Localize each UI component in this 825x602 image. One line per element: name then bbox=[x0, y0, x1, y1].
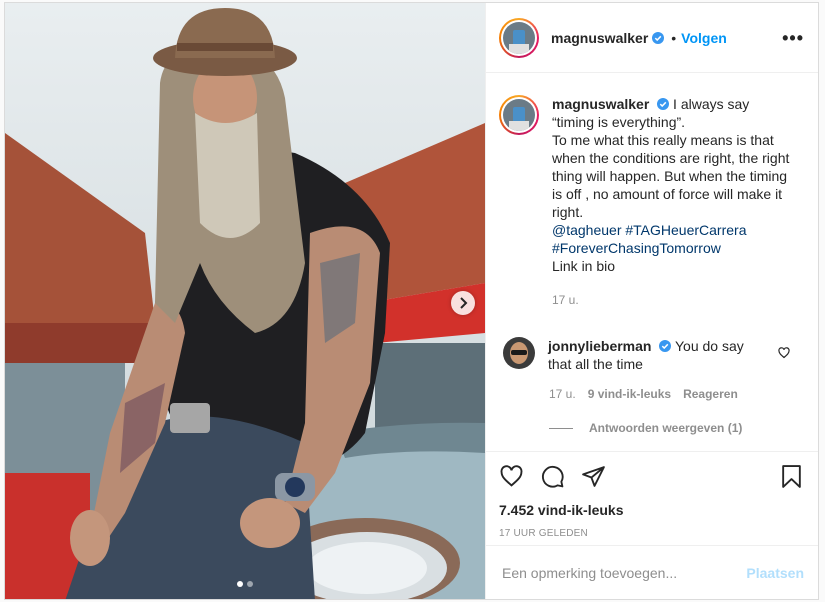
comment-bubble-icon[interactable] bbox=[540, 464, 565, 489]
verified-badge-icon bbox=[657, 98, 670, 110]
caption: magnuswalker I always say “timing is eve… bbox=[499, 95, 804, 309]
comment-input[interactable] bbox=[502, 564, 747, 581]
more-options-icon[interactable]: ••• bbox=[782, 29, 804, 47]
post-comment-button[interactable]: Plaatsen bbox=[746, 565, 804, 581]
post-date[interactable]: 17 UUR GELEDEN bbox=[499, 528, 804, 539]
comment-body: jonnylieberman You do say that all the t… bbox=[548, 337, 748, 373]
caption-tags[interactable]: @tagheuer #TAGHeuerCarrera bbox=[552, 222, 746, 238]
view-replies-button[interactable]: Antwoorden weergeven (1) bbox=[549, 421, 804, 435]
comment-timestamp[interactable]: 17 u. bbox=[549, 387, 576, 401]
photo-illustration bbox=[5, 3, 485, 599]
follow-button[interactable]: Volgen bbox=[681, 30, 727, 46]
avatar-image bbox=[503, 21, 535, 54]
caption-hashtag[interactable]: #ForeverChasingTomorrow bbox=[552, 240, 721, 256]
post-photo[interactable] bbox=[5, 3, 485, 599]
caption-line: “timing is everything”. bbox=[552, 114, 686, 130]
caption-body: magnuswalker I always say “timing is eve… bbox=[552, 95, 792, 309]
carousel-indicator bbox=[237, 581, 253, 587]
replies-divider bbox=[549, 427, 573, 429]
caption-line: Link in bio bbox=[552, 258, 616, 274]
comment-meta: 17 u. 9 vind-ik-leuks Reageren bbox=[549, 387, 804, 401]
like-comment-heart-icon[interactable] bbox=[778, 347, 790, 359]
post-header: magnuswalker • Volgen ••• bbox=[486, 3, 818, 73]
carousel-dot bbox=[247, 581, 253, 587]
carousel-dot-active bbox=[237, 581, 243, 587]
verified-badge-icon bbox=[652, 31, 665, 44]
share-paper-plane-icon[interactable] bbox=[581, 464, 606, 489]
header-username[interactable]: magnuswalker bbox=[551, 30, 648, 46]
avatar[interactable] bbox=[499, 17, 539, 58]
caption-username[interactable]: magnuswalker bbox=[552, 96, 649, 112]
header-separator: • bbox=[671, 29, 677, 46]
post-actions: 7.452 vind-ik-leuks 17 UUR GELEDEN bbox=[486, 451, 818, 545]
likes-count[interactable]: 7.452 vind-ik-leuks bbox=[499, 502, 804, 518]
reply-button[interactable]: Reageren bbox=[683, 387, 738, 401]
caption-line: To me what this really means is that whe… bbox=[552, 132, 790, 220]
next-slide-button[interactable] bbox=[451, 291, 475, 315]
comment: jonnylieberman You do say that all the t… bbox=[499, 337, 804, 373]
post-dialog: magnuswalker • Volgen ••• magnuswalker I… bbox=[4, 2, 819, 600]
comment-avatar[interactable] bbox=[503, 337, 535, 369]
action-icons bbox=[499, 460, 804, 492]
avatar-image bbox=[503, 99, 535, 131]
chevron-right-icon bbox=[460, 297, 468, 309]
post-sidebar: magnuswalker • Volgen ••• magnuswalker I… bbox=[485, 3, 818, 599]
caption-line: I always say bbox=[673, 96, 750, 112]
like-heart-icon[interactable] bbox=[499, 464, 524, 489]
comment-composer: Plaatsen bbox=[486, 545, 818, 599]
verified-badge-icon bbox=[659, 340, 672, 352]
comment-likes[interactable]: 9 vind-ik-leuks bbox=[588, 387, 671, 401]
caption-avatar[interactable] bbox=[499, 95, 539, 135]
view-replies-label: Antwoorden weergeven (1) bbox=[589, 421, 743, 435]
bookmark-icon[interactable] bbox=[779, 464, 804, 489]
comments-list[interactable]: magnuswalker I always say “timing is eve… bbox=[486, 73, 818, 451]
caption-timestamp[interactable]: 17 u. bbox=[552, 291, 792, 309]
comment-username[interactable]: jonnylieberman bbox=[548, 338, 651, 354]
